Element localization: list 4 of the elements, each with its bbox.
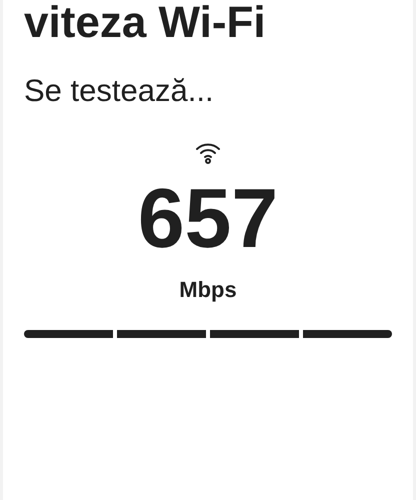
status-text: Se testează... bbox=[23, 72, 215, 110]
speed-value: 657 bbox=[138, 176, 278, 260]
speed-unit: Mbps bbox=[179, 276, 237, 304]
page-title: viteza Wi-Fi bbox=[23, 0, 267, 46]
